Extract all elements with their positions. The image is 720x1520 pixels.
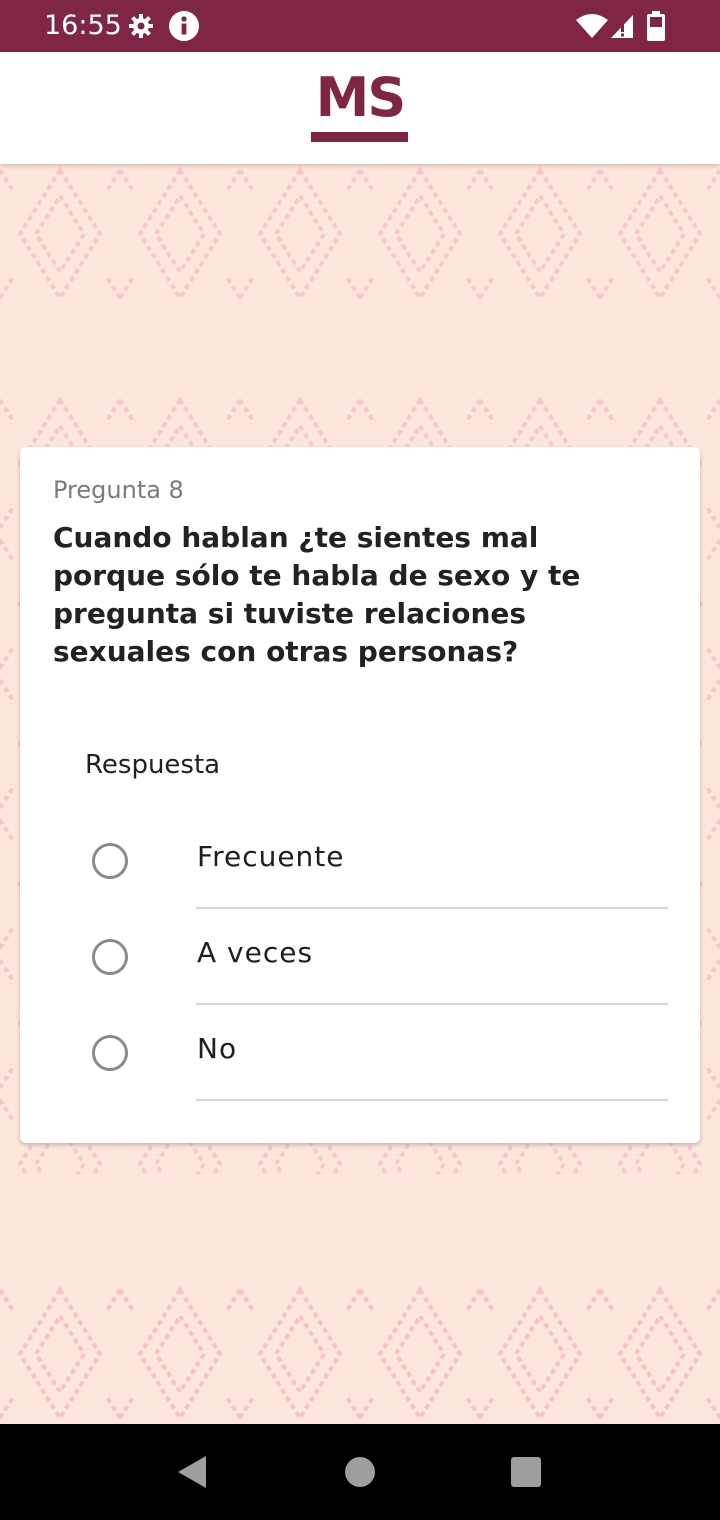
ms-logo: MS bbox=[310, 68, 410, 144]
question-text: Cuando hablan ¿te sientes mal porque sól… bbox=[53, 521, 581, 668]
logo-text: MS bbox=[315, 66, 407, 129]
question-number: Pregunta 8 bbox=[53, 476, 184, 504]
gear-icon bbox=[129, 14, 153, 38]
cellular-signal-icon bbox=[611, 15, 633, 38]
radio-button[interactable] bbox=[92, 843, 128, 879]
home-icon[interactable] bbox=[344, 1456, 376, 1488]
back-icon[interactable] bbox=[174, 1454, 210, 1490]
answer-label: Respuesta bbox=[85, 750, 221, 780]
pattern-band-bottom bbox=[0, 1284, 720, 1424]
navigation-bar bbox=[0, 1424, 720, 1520]
radio-button[interactable] bbox=[92, 1035, 128, 1071]
info-icon bbox=[169, 11, 199, 41]
radio-button[interactable] bbox=[92, 939, 128, 975]
option-label: Frecuente bbox=[197, 840, 345, 873]
option-a-veces[interactable]: A veces bbox=[20, 908, 700, 1005]
app-header: MS bbox=[0, 52, 720, 164]
option-label: A veces bbox=[197, 936, 314, 969]
battery-icon bbox=[647, 11, 665, 41]
pattern-band-top bbox=[0, 164, 720, 304]
logo-underline bbox=[311, 132, 408, 142]
recents-icon[interactable] bbox=[510, 1456, 542, 1488]
status-bar: 16:55 bbox=[0, 0, 720, 52]
option-frecuente[interactable]: Frecuente bbox=[20, 812, 700, 909]
option-divider bbox=[196, 1099, 668, 1101]
option-no[interactable]: No bbox=[20, 1004, 700, 1101]
wifi-icon bbox=[576, 14, 608, 38]
status-time: 16:55 bbox=[44, 10, 122, 41]
question-card: Pregunta 8 Cuando hablan ¿te sientes mal… bbox=[20, 447, 700, 1143]
option-label: No bbox=[197, 1032, 238, 1065]
